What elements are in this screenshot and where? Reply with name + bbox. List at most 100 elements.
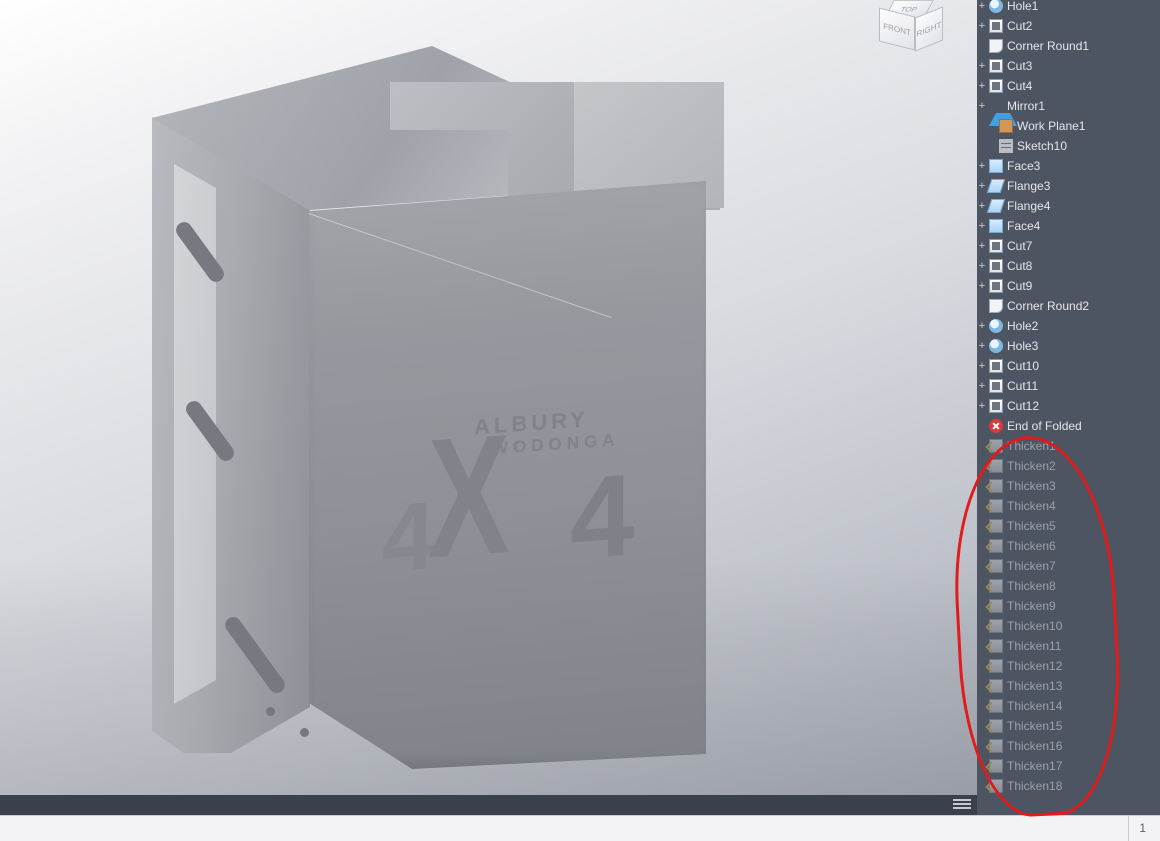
browser-item-label: Thicken17 <box>1007 756 1062 776</box>
browser-item-label: Face4 <box>1007 216 1040 236</box>
browser-item-thicken3[interactable]: Thicken3 <box>977 476 1160 496</box>
3d-viewport[interactable]: ALBURY WODONGA 4 X 4 TOP RIGHT FRONT <box>0 0 977 795</box>
browser-item-thicken18[interactable]: Thicken18 <box>977 776 1160 796</box>
cut-icon <box>989 59 1003 73</box>
thick-icon <box>989 519 1003 533</box>
browser-item-label: Cut11 <box>1007 376 1038 396</box>
expander-icon[interactable]: + <box>977 376 987 396</box>
browser-item-hole1[interactable]: +Hole1 <box>977 0 1160 16</box>
browser-item-face3[interactable]: +Face3 <box>977 156 1160 176</box>
expander-icon[interactable]: + <box>977 276 987 296</box>
browser-item-thicken11[interactable]: Thicken11 <box>977 636 1160 656</box>
thick-icon <box>989 639 1003 653</box>
expander-icon[interactable]: + <box>977 196 987 216</box>
flange-icon <box>987 179 1006 193</box>
browser-item-thicken2[interactable]: Thicken2 <box>977 456 1160 476</box>
browser-item-corner-round2[interactable]: Corner Round2 <box>977 296 1160 316</box>
cut-icon <box>989 239 1003 253</box>
browser-item-thicken6[interactable]: Thicken6 <box>977 536 1160 556</box>
cut-icon <box>989 359 1003 373</box>
expander-icon[interactable]: + <box>977 96 987 116</box>
browser-item-face4[interactable]: + Face4 <box>977 216 1160 236</box>
browser-item-label: Thicken15 <box>1007 716 1062 736</box>
logo-4-right: 4 <box>570 447 635 586</box>
browser-item-label: Thicken4 <box>1007 496 1056 516</box>
browser-item-thicken7[interactable]: Thicken7 <box>977 556 1160 576</box>
browser-item-flange4[interactable]: + Flange4 <box>977 196 1160 216</box>
browser-item-thicken16[interactable]: Thicken16 <box>977 736 1160 756</box>
browser-item-cut2[interactable]: + Cut2 <box>977 16 1160 36</box>
small-hole-1 <box>266 707 275 716</box>
browser-item-label: Cut12 <box>1007 396 1039 416</box>
browser-item-thicken14[interactable]: Thicken14 <box>977 696 1160 716</box>
cut-icon <box>989 259 1003 273</box>
small-hole-2 <box>300 728 309 737</box>
thick-icon <box>989 579 1003 593</box>
expander-icon[interactable]: + <box>977 216 987 236</box>
browser-item-label: Work Plane1 <box>1017 116 1085 136</box>
expander-icon[interactable]: + <box>977 76 987 96</box>
browser-item-thicken17[interactable]: Thicken17 <box>977 756 1160 776</box>
browser-item-label: Thicken9 <box>1007 596 1056 616</box>
expander-icon[interactable]: + <box>977 396 987 416</box>
model-browser-panel[interactable]: +Hole1+Cut2Corner Round1+Cut3+Cut4+Mirro… <box>977 0 1160 815</box>
expander-icon[interactable]: + <box>977 0 987 16</box>
browser-item-work-plane1[interactable]: Work Plane1 <box>977 116 1160 136</box>
expander-icon[interactable]: + <box>977 56 987 76</box>
browser-item-end-of-folded[interactable]: End of Folded <box>977 416 1160 436</box>
browser-item-hole3[interactable]: +Hole3 <box>977 336 1160 356</box>
browser-item-label: Cut2 <box>1007 16 1032 36</box>
expander-icon[interactable]: + <box>977 156 987 176</box>
cut-icon <box>989 279 1003 293</box>
browser-item-flange3[interactable]: +Flange3 <box>977 176 1160 196</box>
thick-icon <box>989 599 1003 613</box>
thick-icon <box>989 439 1003 453</box>
thick-icon <box>989 699 1003 713</box>
expander-icon[interactable]: + <box>977 356 987 376</box>
browser-item-cut4[interactable]: +Cut4 <box>977 76 1160 96</box>
browser-item-label: Thicken7 <box>1007 556 1056 576</box>
browser-item-cut3[interactable]: +Cut3 <box>977 56 1160 76</box>
thick-icon <box>989 759 1003 773</box>
browser-item-thicken4[interactable]: Thicken4 <box>977 496 1160 516</box>
browser-item-thicken10[interactable]: Thicken10 <box>977 616 1160 636</box>
browser-item-mirror1[interactable]: +Mirror1 <box>977 96 1160 116</box>
viewcube[interactable]: TOP RIGHT FRONT <box>875 0 947 66</box>
hole-icon <box>989 319 1003 333</box>
expander-icon[interactable]: + <box>977 236 987 256</box>
browser-item-label: End of Folded <box>1007 416 1082 436</box>
expander-icon[interactable]: + <box>977 336 987 356</box>
status-bar: 1 <box>0 815 1160 841</box>
plane-icon <box>999 119 1013 133</box>
browser-item-cut11[interactable]: + Cut11 <box>977 376 1160 396</box>
browser-item-label: Thicken3 <box>1007 476 1056 496</box>
browser-item-hole2[interactable]: +Hole2 <box>977 316 1160 336</box>
browser-item-label: Flange4 <box>1007 196 1050 216</box>
browser-item-thicken5[interactable]: Thicken5 <box>977 516 1160 536</box>
hamburger-icon[interactable] <box>953 797 971 811</box>
expander-icon[interactable]: + <box>977 316 987 336</box>
browser-item-label: Thicken5 <box>1007 516 1056 536</box>
browser-item-thicken1[interactable]: Thicken1 <box>977 436 1160 456</box>
browser-item-corner-round1[interactable]: Corner Round1 <box>977 36 1160 56</box>
browser-item-thicken13[interactable]: Thicken13 <box>977 676 1160 696</box>
end-icon <box>989 419 1003 433</box>
browser-item-thicken9[interactable]: Thicken9 <box>977 596 1160 616</box>
browser-item-cut7[interactable]: +Cut7 <box>977 236 1160 256</box>
expander-icon[interactable]: + <box>977 176 987 196</box>
browser-item-thicken8[interactable]: Thicken8 <box>977 576 1160 596</box>
expander-icon[interactable]: + <box>977 256 987 276</box>
browser-item-sketch10[interactable]: Sketch10 <box>977 136 1160 156</box>
browser-item-thicken15[interactable]: Thicken15 <box>977 716 1160 736</box>
round-icon <box>989 299 1003 313</box>
expander-icon[interactable]: + <box>977 16 987 36</box>
browser-item-cut8[interactable]: +Cut8 <box>977 256 1160 276</box>
browser-item-label: Thicken8 <box>1007 576 1056 596</box>
browser-item-thicken12[interactable]: Thicken12 <box>977 656 1160 676</box>
status-value: 1 <box>1128 816 1156 841</box>
browser-item-label: Thicken12 <box>1007 656 1062 676</box>
browser-item-cut10[interactable]: +Cut10 <box>977 356 1160 376</box>
browser-item-cut12[interactable]: + Cut12 <box>977 396 1160 416</box>
browser-item-label: Thicken10 <box>1007 616 1062 636</box>
browser-item-cut9[interactable]: +Cut9 <box>977 276 1160 296</box>
